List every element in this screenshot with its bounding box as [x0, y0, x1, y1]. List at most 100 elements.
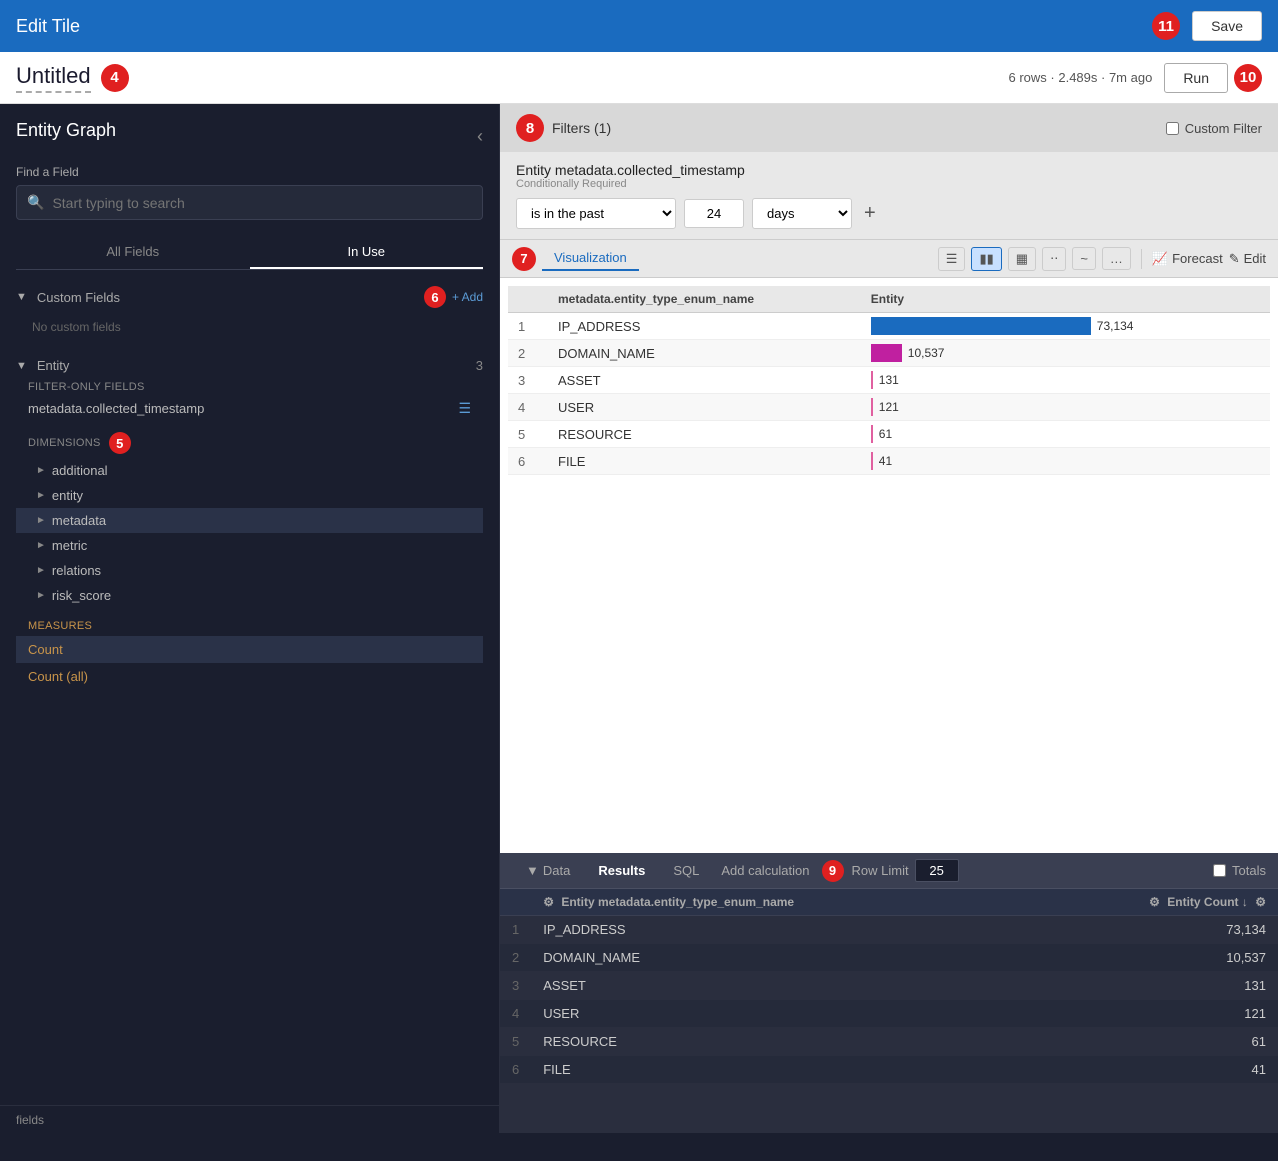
row-limit-input[interactable] — [915, 859, 959, 882]
sql-tab[interactable]: SQL — [659, 859, 713, 882]
entity-label: Entity — [37, 358, 70, 373]
viz-icons: ☰ ▮▮ ▦ ⋅⋅ ~ … — [938, 247, 1131, 271]
badge-8: 8 — [516, 114, 544, 142]
dim-item-risk-score[interactable]: ► risk_score — [16, 583, 483, 608]
gear-icon-col1: ⚙ — [543, 895, 554, 909]
row-num: 6 — [500, 1056, 531, 1084]
table-row: 4 USER 121 — [508, 394, 1270, 421]
data-col1-header: ⚙ Entity metadata.entity_type_enum_name — [531, 889, 1025, 916]
viz-section: 7 Visualization ☰ ▮▮ ▦ ⋅⋅ ~ … — [500, 240, 1278, 853]
pivot-btn[interactable]: ▦ — [1008, 247, 1036, 271]
table-row: 2 DOMAIN_NAME 10,537 — [508, 340, 1270, 367]
row-bar-cell: 121 — [861, 394, 1270, 421]
row-count: 131 — [1025, 972, 1278, 1000]
run-button[interactable]: Run — [1164, 63, 1228, 93]
top-header: Edit Tile 11 Save — [0, 0, 1278, 52]
badge-10: 10 — [1234, 64, 1262, 92]
row-num: 3 — [500, 972, 531, 1000]
row-name: RESOURCE — [548, 421, 861, 448]
dim-item-additional[interactable]: ► additional — [16, 458, 483, 483]
entity-group: ▼ Entity 3 FILTER-ONLY FIELDS metadata.c… — [16, 354, 483, 690]
dim-arrow-entity: ► — [36, 490, 46, 501]
results-tab[interactable]: Results — [584, 859, 659, 882]
row-count: 41 — [1025, 1056, 1278, 1084]
data-table-wrapper: ⚙ Entity metadata.entity_type_enum_name … — [500, 889, 1278, 1133]
custom-filter-checkbox[interactable] — [1166, 122, 1179, 135]
forecast-button[interactable]: 📈 Forecast — [1152, 251, 1223, 267]
data-toolbar: ▼ Data Results SQL Add calculation 9 Row… — [500, 853, 1278, 889]
measure-item-count[interactable]: Count — [16, 636, 483, 663]
field-tabs: All Fields In Use — [16, 236, 483, 270]
add-calculation-button[interactable]: Add calculation — [713, 859, 817, 882]
add-filter-button[interactable]: + — [860, 202, 880, 225]
line-btn[interactable]: ~ — [1072, 247, 1096, 270]
bar-chart-btn[interactable]: ▮▮ — [971, 247, 1001, 271]
row-num: 2 — [500, 944, 531, 972]
row-entity-name: FILE — [531, 1056, 1025, 1084]
row-count: 61 — [1025, 1028, 1278, 1056]
entity-graph-title: Entity Graph — [16, 120, 116, 141]
tab-in-use[interactable]: In Use — [250, 236, 484, 269]
dim-item-metadata[interactable]: ► metadata — [16, 508, 483, 533]
row-name: ASSET — [548, 367, 861, 394]
row-bar-cell: 10,537 — [861, 340, 1270, 367]
dim-arrow-relations: ► — [36, 565, 46, 576]
table-row: 1 IP_ADDRESS 73,134 — [508, 313, 1270, 340]
filter-field-name: Entity metadata.collected_timestamp — [516, 162, 1262, 178]
custom-fields-group: ▼ Custom Fields 6 + Add No custom fields — [16, 282, 483, 342]
dim-arrow-metadata: ► — [36, 515, 46, 526]
badge-9: 9 — [822, 860, 844, 882]
filter-type-select[interactable]: is in the past — [516, 198, 676, 229]
collapse-icon[interactable]: ‹ — [477, 126, 483, 147]
more-btn[interactable]: … — [1102, 247, 1131, 270]
no-custom-fields-message: No custom fields — [16, 312, 483, 342]
run-label: Run — [1183, 70, 1209, 86]
tile-title[interactable]: Untitled — [16, 63, 91, 93]
run-meta: 6 rows · 2.489s · 7m ago — [1009, 70, 1153, 85]
entity-group-header[interactable]: ▼ Entity 3 — [16, 354, 483, 377]
row-entity-name: DOMAIN_NAME — [531, 944, 1025, 972]
search-input[interactable] — [52, 195, 472, 211]
data-col2-header: ⚙ Entity Count ↓ ⚙ — [1025, 889, 1278, 916]
data-tab[interactable]: ▼ Data — [512, 859, 584, 882]
dim-item-relations[interactable]: ► relations — [16, 558, 483, 583]
data-table: ⚙ Entity metadata.entity_type_enum_name … — [500, 889, 1278, 1084]
edit-icon: ✎ — [1229, 251, 1240, 267]
table-row: 6 FILE 41 — [508, 448, 1270, 475]
save-button[interactable]: Save — [1192, 11, 1262, 41]
filter-icon: ☰ — [458, 400, 471, 417]
filter-field-item[interactable]: metadata.collected_timestamp ☰ — [16, 395, 483, 422]
filter-unit-select[interactable]: days — [752, 198, 852, 229]
chart-table: metadata.entity_type_enum_name Entity 1 … — [508, 286, 1270, 475]
list-item: 5 RESOURCE 61 — [500, 1028, 1278, 1056]
row-bar-cell: 131 — [861, 367, 1270, 394]
table-row: 5 RESOURCE 61 — [508, 421, 1270, 448]
table-view-btn[interactable]: ☰ — [938, 247, 966, 271]
search-box: 🔍 — [16, 185, 483, 220]
badge-4: 4 — [101, 64, 129, 92]
add-custom-field-link[interactable]: + Add — [452, 290, 483, 304]
totals-checkbox[interactable] — [1213, 864, 1226, 877]
data-dropdown-icon: ▼ — [526, 863, 539, 878]
custom-fields-arrow: ▼ — [16, 291, 27, 303]
tab-all-fields[interactable]: All Fields — [16, 236, 250, 269]
dim-item-metric[interactable]: ► metric — [16, 533, 483, 558]
filter-number-input[interactable] — [684, 199, 744, 228]
filter-row: Entity metadata.collected_timestamp Cond… — [500, 152, 1278, 239]
chart-col3-header: Entity — [861, 286, 1270, 313]
edit-button[interactable]: ✎ Edit — [1229, 251, 1266, 267]
dim-item-entity[interactable]: ► entity — [16, 483, 483, 508]
search-icon: 🔍 — [27, 194, 44, 211]
measure-item-count-all[interactable]: Count (all) — [16, 663, 483, 690]
row-entity-name: IP_ADDRESS — [531, 916, 1025, 944]
measures-label: MEASURES — [16, 612, 483, 636]
right-panel: 8 Filters (1) Custom Filter Entity metad… — [500, 104, 1278, 1133]
find-field-label: Find a Field — [16, 165, 483, 179]
row-bar-cell: 61 — [861, 421, 1270, 448]
tab-visualization[interactable]: Visualization — [542, 246, 639, 271]
scatter-btn[interactable]: ⋅⋅ — [1042, 247, 1066, 271]
filter-only-label: FILTER-ONLY FIELDS — [16, 377, 483, 395]
custom-fields-header[interactable]: ▼ Custom Fields 6 + Add — [16, 282, 483, 312]
filters-section: 8 Filters (1) Custom Filter Entity metad… — [500, 104, 1278, 240]
row-entity-name: USER — [531, 1000, 1025, 1028]
